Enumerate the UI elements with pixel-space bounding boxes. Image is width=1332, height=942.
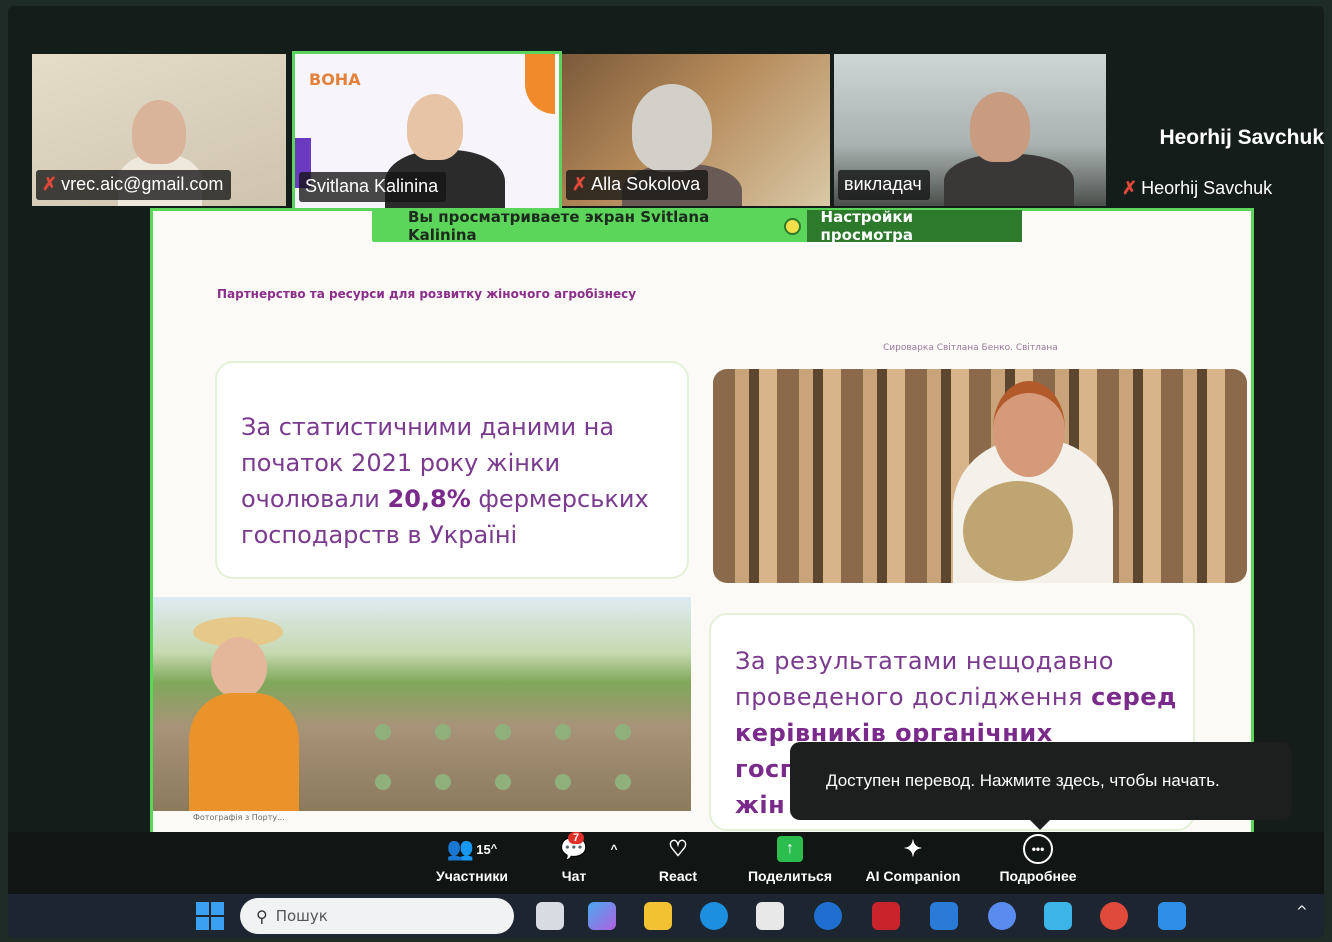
edge-icon[interactable] — [700, 902, 728, 930]
participant-face — [632, 84, 712, 172]
task-view-icon[interactable] — [536, 902, 564, 930]
share-arrow-icon: ↑ — [777, 836, 803, 862]
copilot-icon[interactable] — [588, 902, 616, 930]
telegram-icon[interactable] — [1044, 902, 1072, 930]
chat-badge: 7 — [568, 832, 585, 844]
participants-button[interactable]: 👥 15 ^ Участники — [432, 832, 512, 894]
mic-off-icon: ✗ — [572, 174, 588, 194]
slide-title: Партнерство та ресурси для розвитку жіно… — [217, 287, 637, 301]
participant-tile-4[interactable]: викладач — [834, 54, 1106, 206]
share-status-text: Вы просматриваете экран Svitlana Kalinin… — [408, 208, 710, 244]
store-icon[interactable] — [756, 902, 784, 930]
participant-tile-2[interactable]: ВОНА Svitlana Kalinina — [292, 51, 562, 211]
translation-tooltip[interactable]: Доступен перевод. Нажмите здесь, чтобы н… — [790, 742, 1292, 830]
view-settings-button[interactable]: Настройки просмотра — [806, 208, 1022, 244]
react-button[interactable]: ♡ React — [648, 832, 708, 894]
mic-off-icon: ✗ — [42, 174, 58, 194]
more-dots-icon: ••• — [1023, 834, 1053, 864]
taskbar-search[interactable]: ⚲ Пошук — [240, 898, 514, 934]
zoom-icon[interactable] — [988, 902, 1016, 930]
participant-name: ✗ Heorhij Savchuk — [1122, 178, 1273, 198]
screen-share-bar: Вы просматриваете экран Svitlana Kalinin… — [372, 208, 1022, 244]
participant-name: ✗ Alla Sokolova — [566, 170, 709, 200]
participant-name: ✗ vrec.aic@gmail.com — [36, 170, 232, 200]
farmer-apron — [189, 693, 299, 811]
outlook-icon[interactable] — [930, 902, 958, 930]
status-dot-icon — [783, 217, 801, 235]
stat-card-1: За статистичними даними на початок 2021 … — [215, 361, 689, 579]
file-explorer-icon[interactable] — [644, 902, 672, 930]
plants — [353, 707, 653, 807]
participant-face — [132, 100, 186, 164]
participant-name: Svitlana Kalinina — [299, 172, 447, 202]
mic-off-icon: ✗ — [1122, 178, 1138, 198]
vona-logo: ВОНА — [309, 70, 361, 89]
participant-display-name: Heorhij Savchuk — [1159, 126, 1324, 149]
hp-icon[interactable] — [814, 902, 842, 930]
participant-name: викладач — [838, 170, 930, 200]
sparkle-icon: ✦ — [903, 836, 923, 861]
participant-tile-5[interactable]: Heorhij Savchuk ✗ Heorhij Savchuk — [1112, 54, 1324, 206]
photo-caption-2: Фотографія з Порту... — [193, 813, 285, 822]
participant-tile-3[interactable]: ✗ Alla Sokolova — [562, 54, 830, 206]
share-screen-button[interactable]: ↑ Поделиться — [742, 832, 838, 894]
participant-face — [407, 94, 463, 160]
participant-video — [944, 154, 1074, 206]
chat-button[interactable]: 💬 7 Чат — [548, 832, 600, 894]
participants-icon: 👥 15 ^ — [446, 836, 498, 861]
participant-tile-1[interactable]: ✗ vrec.aic@gmail.com — [32, 54, 286, 206]
farm-field-photo — [153, 597, 691, 811]
app-icon[interactable] — [1158, 902, 1186, 930]
decor-shape — [525, 54, 555, 114]
farmer-face — [211, 637, 267, 699]
zoom-window: ✗ vrec.aic@gmail.com ВОНА Svitlana Kalini… — [8, 6, 1324, 938]
chrome-icon[interactable] — [1100, 902, 1128, 930]
stat-highlight: 20,8% — [387, 485, 471, 513]
more-button[interactable]: ••• Подробнее — [990, 832, 1086, 894]
participant-face — [970, 92, 1030, 162]
stat-card-1-text: За статистичними даними на початок 2021 … — [241, 413, 649, 549]
search-icon: ⚲ — [256, 906, 268, 926]
photo-caption: Сироварка Світлана Бенко. Світлана — [883, 343, 1058, 353]
chevron-up-icon: ^ — [610, 842, 618, 856]
ai-companion-button[interactable]: ✦ AI Companion — [858, 832, 968, 894]
woman-figure — [913, 369, 1113, 583]
heart-icon: ♡ — [668, 836, 688, 861]
chat-options-chevron[interactable]: ^ — [604, 832, 624, 894]
windows-taskbar: ⚲ Пошук ^ — [8, 894, 1324, 938]
mcafee-icon[interactable] — [872, 902, 900, 930]
windows-start-icon[interactable] — [196, 902, 224, 930]
meeting-toolbar: 👥 15 ^ Участники 💬 7 Чат ^ ♡ React ↑ Подели… — [8, 832, 1324, 894]
tray-chevron-icon[interactable]: ^ — [1296, 904, 1308, 920]
cheesemaker-photo — [713, 369, 1247, 583]
chat-icon: 💬 7 — [560, 832, 588, 861]
